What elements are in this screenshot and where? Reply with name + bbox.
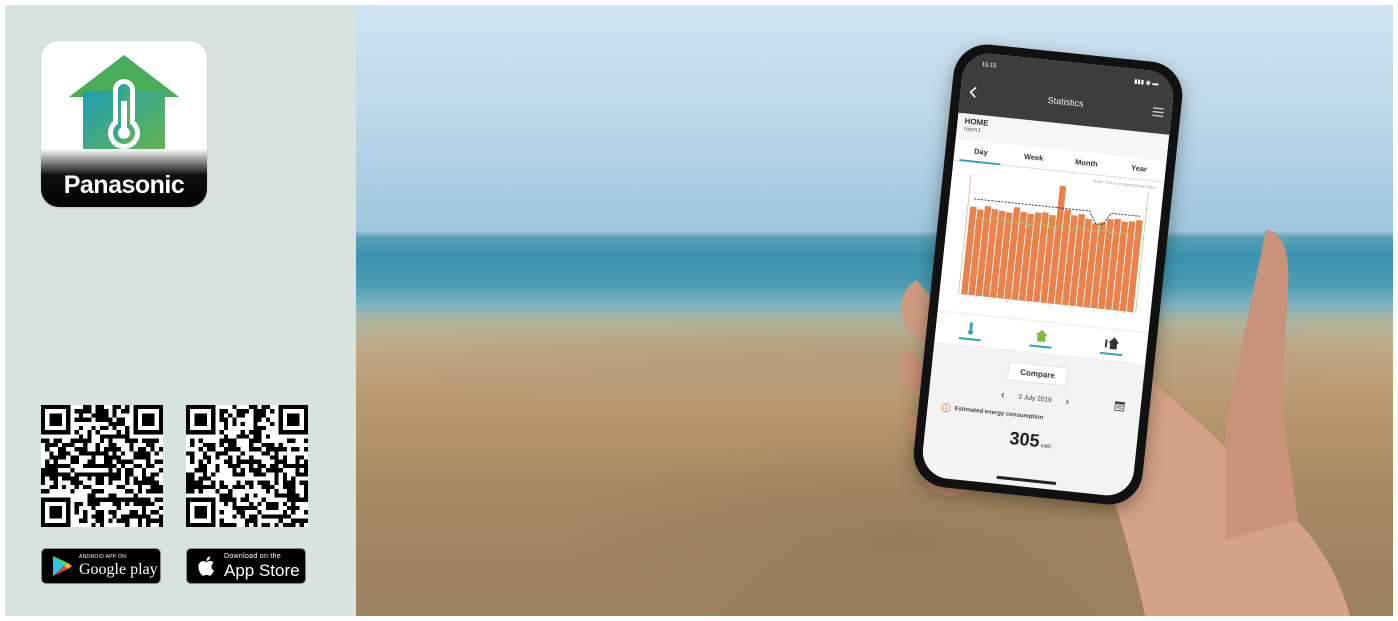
home-icon [1035,329,1048,342]
calendar-icon[interactable] [1114,401,1126,412]
home-indicator [996,475,1057,485]
app-icon[interactable]: Panasonic [41,41,207,207]
chart-x-tick [1071,307,1073,310]
brand-label: Panasonic [63,171,185,199]
app-store-badge[interactable]: Download on the App Store [186,548,306,584]
menu-icon[interactable] [1152,106,1165,117]
outdoor-temp-toggle[interactable] [1099,334,1124,356]
qr-code-android[interactable] [41,405,163,527]
google-play-icon [53,556,72,576]
phone-device: 15:15 ▮▮▮ ◉ ▬ Statistics HOME room1 Day [910,41,1186,508]
home-toggle[interactable] [1029,327,1053,349]
status-time: 15:15 [981,61,997,70]
chart-x-tick [1093,309,1095,312]
chart-x-tick [985,298,987,301]
qr-ios-pattern [186,405,308,527]
outdoor-temp-indicator [1099,351,1122,356]
google-play-badge[interactable]: ANDROID APP ON Google play [41,548,161,584]
qr-code-ios[interactable] [186,405,308,527]
google-badge-big: Google play [79,560,158,578]
status-icons: ▮▮▮ ◉ ▬ [1133,78,1159,88]
summary-section: Compare ‹ 2 July 2019 › Estimated energy… [920,341,1146,498]
house-thermometer-icon [69,55,179,153]
qr-android-pattern [41,405,163,527]
beach-photo: 15:15 ▮▮▮ ◉ ▬ Statistics HOME room1 Day [356,5,1393,616]
chart-canvas [958,174,1149,314]
left-panel: Panasonic ANDROID APP ON Google play Dow… [5,5,356,616]
outdoor-temp-icon [1104,336,1119,350]
google-badge-small: ANDROID APP ON [79,553,127,560]
chart-x-tick [1028,303,1030,305]
compare-button[interactable]: Compare [1006,361,1069,387]
thermometer-icon [968,321,974,335]
statistics-chart: Note : This is an approximate value [937,160,1165,332]
chart-x-tick [1114,312,1116,314]
status-bar: 15:15 ▮▮▮ ◉ ▬ [981,62,1159,88]
screen-title: Statistics [1047,95,1085,109]
estimate-label: Estimated energy consumption [954,405,1044,421]
apple-badge-small: Download on the [224,553,282,560]
energy-unit: kWh [1040,443,1052,451]
next-date-chevron-icon[interactable]: › [1065,396,1070,408]
apple-icon [198,556,214,576]
chart-bars [961,185,1143,313]
home-indicator-bar [1029,343,1052,349]
phone-screen: 15:15 ▮▮▮ ◉ ▬ Statistics HOME room1 Day [920,51,1176,498]
back-icon[interactable] [968,86,979,99]
chart-x-tick [1050,305,1051,308]
banner: Panasonic ANDROID APP ON Google play Dow… [0,0,1398,621]
chart-x-tick [1006,300,1008,303]
chart-x-tick [963,296,965,298]
indoor-temp-toggle[interactable] [959,320,983,341]
date-label: 2 July 2019 [1018,393,1052,404]
apple-badge-big: App Store [224,561,300,580]
prev-date-chevron-icon[interactable]: ‹ [1000,389,1005,401]
indoor-temp-indicator [959,336,982,341]
info-icon[interactable] [941,403,951,413]
energy-number: 305 [1008,427,1041,451]
